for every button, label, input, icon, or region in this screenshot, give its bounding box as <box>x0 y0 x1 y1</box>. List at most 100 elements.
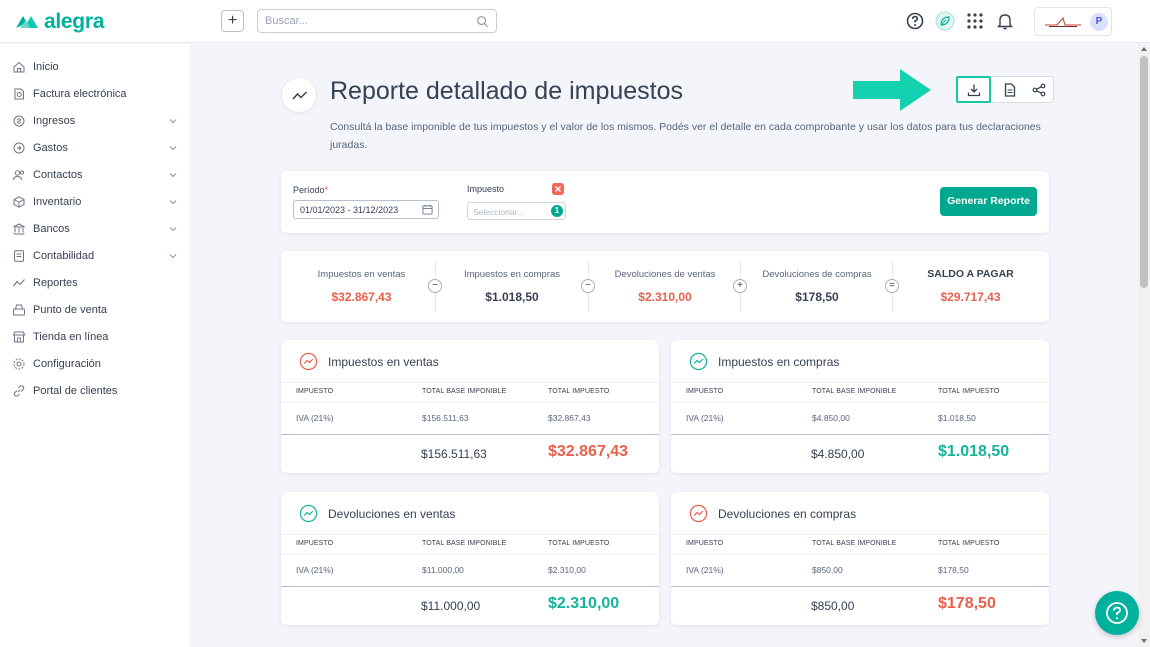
contacts-icon <box>13 170 25 181</box>
help-circle-icon[interactable] <box>905 11 925 31</box>
chevron-down-icon <box>169 119 177 124</box>
trend-up-icon <box>689 504 708 523</box>
sidebar-item-ingresos[interactable]: Ingresos <box>12 111 184 131</box>
income-icon <box>13 115 25 127</box>
scroll-up-arrow[interactable] <box>1141 47 1147 51</box>
generate-report-button[interactable]: Generar Reporte <box>940 187 1037 216</box>
trend-up-icon <box>299 504 318 523</box>
card-title: Devoluciones en ventas <box>328 506 456 521</box>
summary-label: Devoluciones de compras <box>762 269 872 280</box>
sidebar-item-label: Reportes <box>33 277 78 289</box>
column-header-tax: IMPUESTO <box>296 540 334 547</box>
cell-tax: IVA (21%) <box>686 413 724 423</box>
cell-total: $178,50 <box>938 565 969 575</box>
summary-value: $29.717,43 <box>940 290 1001 304</box>
column-header-total: TOTAL IMPUESTO <box>938 540 1000 547</box>
column-header-total: TOTAL IMPUESTO <box>548 540 610 547</box>
chevron-down-icon <box>169 173 177 178</box>
calendar-icon[interactable] <box>422 204 433 215</box>
card-title: Impuestos en compras <box>718 354 840 369</box>
card-title: Impuestos en ventas <box>328 354 439 369</box>
page-scrollbar[interactable] <box>1138 44 1150 647</box>
document-button[interactable] <box>994 77 1026 102</box>
column-header-tax: IMPUESTO <box>686 388 724 395</box>
alegra-logo[interactable]: alegra <box>14 10 104 34</box>
summary-label: Devoluciones de ventas <box>614 269 716 280</box>
company-switcher[interactable]: P <box>1034 7 1112 36</box>
summary-balance-due: SALDO A PAGAR $29.717,43 <box>892 251 1049 322</box>
sidebar-item-label: Tienda en línea <box>33 331 109 343</box>
table-header: IMPUESTO TOTAL BASE IMPONIBLE TOTAL IMPU… <box>281 534 659 555</box>
scroll-thumb[interactable] <box>1140 56 1148 288</box>
period-date-range-input[interactable]: 01/01/2023 - 31/12/2023 <box>293 200 439 219</box>
download-button[interactable] <box>956 76 991 103</box>
sidebar-item-punto-de-venta[interactable]: Punto de venta <box>12 300 184 320</box>
totals-row: $156.511,63 $32.867,43 <box>281 434 659 473</box>
clear-filter-icon[interactable] <box>552 183 564 195</box>
help-button[interactable] <box>1095 591 1139 635</box>
cell-base: $11.000,00 <box>422 565 464 575</box>
sidebar-item-bancos[interactable]: Bancos <box>12 219 184 239</box>
cell-base: $156.511,63 <box>422 413 469 423</box>
settings-icon <box>13 358 25 370</box>
sidebar-item-inventario[interactable]: Inventario <box>12 192 184 212</box>
cell-tax: IVA (21%) <box>296 565 334 575</box>
period-label: Período* <box>293 185 329 195</box>
sidebar-item-configuracion[interactable]: Configuración <box>12 354 184 374</box>
sidebar-item-factura[interactable]: Factura electrónica <box>12 84 184 104</box>
search-input[interactable]: Buscar... <box>257 9 497 33</box>
column-header-total: TOTAL IMPUESTO <box>548 388 610 395</box>
sidebar-item-inicio[interactable]: Inicio <box>12 57 184 77</box>
base-total: $4.850,00 <box>811 447 865 461</box>
selected-count-badge: 1 <box>551 205 563 217</box>
apps-grid-icon[interactable] <box>965 11 985 31</box>
sidebar-item-gastos[interactable]: Gastos <box>12 138 184 158</box>
base-total: $850,00 <box>811 599 855 613</box>
summary-label: Impuestos en compras <box>463 269 561 280</box>
table-row[interactable]: IVA (21%) $156.511,63 $32.867,43 <box>281 403 659 434</box>
table-row[interactable]: IVA (21%) $11.000,00 $2.310,00 <box>281 555 659 586</box>
sidebar-item-label: Portal de clientes <box>33 385 118 397</box>
bell-icon[interactable] <box>995 11 1015 31</box>
page-title: Reporte detallado de impuestos <box>330 77 684 105</box>
page-description: Consultá la base imponible de tus impues… <box>330 121 1041 151</box>
tax-label: Impuesto <box>467 184 505 194</box>
scroll-down-arrow[interactable] <box>1141 639 1147 643</box>
search-placeholder: Buscar... <box>265 15 308 27</box>
bank-icon <box>13 223 25 235</box>
base-total: $11.000,00 <box>421 599 481 613</box>
share-button[interactable] <box>1023 77 1055 102</box>
sidebar-item-label: Configuración <box>33 358 101 370</box>
table-header: IMPUESTO TOTAL BASE IMPONIBLE TOTAL IMPU… <box>671 382 1049 403</box>
cell-tax: IVA (21%) <box>296 413 334 423</box>
sidebar-item-contactos[interactable]: Contactos <box>12 165 184 185</box>
summary-purchase-taxes: Impuestos en compras $1.018,50 <box>435 251 589 322</box>
tax-total: $178,50 <box>938 595 996 612</box>
column-header-base: TOTAL BASE IMPONIBLE <box>422 388 507 395</box>
summary-label: Impuestos en ventas <box>317 269 406 280</box>
tax-total: $2.310,00 <box>548 595 620 612</box>
table-row[interactable]: IVA (21%) $850,00 $178,50 <box>671 555 1049 586</box>
sidebar-item-tienda[interactable]: Tienda en línea <box>12 327 184 347</box>
summary-card: Impuestos en ventas $32.867,43 − Impuest… <box>281 251 1049 322</box>
sales-taxes-card: Impuestos en ventas IMPUESTO TOTAL BASE … <box>281 340 659 473</box>
tax-select[interactable]: Seleccionar... 1 <box>467 202 566 220</box>
new-item-button[interactable]: + <box>221 10 244 32</box>
column-header-total: TOTAL IMPUESTO <box>938 388 1000 395</box>
plus-icon: + <box>227 12 238 29</box>
avatar[interactable]: P <box>1090 13 1108 31</box>
summary-purchase-returns: Devoluciones de compras $178,50 <box>740 251 894 322</box>
table-row[interactable]: IVA (21%) $4.850,00 $1.018,50 <box>671 403 1049 434</box>
sidebar-item-contabilidad[interactable]: Contabilidad <box>12 246 184 266</box>
leaf-icon[interactable] <box>935 11 955 31</box>
expense-icon <box>13 142 25 154</box>
purchase-returns-card: Devoluciones en compras IMPUESTO TOTAL B… <box>671 492 1049 625</box>
sidebar-item-reportes[interactable]: Reportes <box>12 273 184 293</box>
sidebar-item-label: Ingresos <box>33 115 76 127</box>
tax-total: $1.018,50 <box>938 443 1010 460</box>
sidebar-item-portal-clientes[interactable]: Portal de clientes <box>12 381 184 401</box>
link-icon <box>13 385 25 397</box>
sidebar-item-label: Punto de venta <box>33 304 108 316</box>
share-icon <box>1032 83 1046 96</box>
sidebar-item-label: Gastos <box>33 142 68 154</box>
